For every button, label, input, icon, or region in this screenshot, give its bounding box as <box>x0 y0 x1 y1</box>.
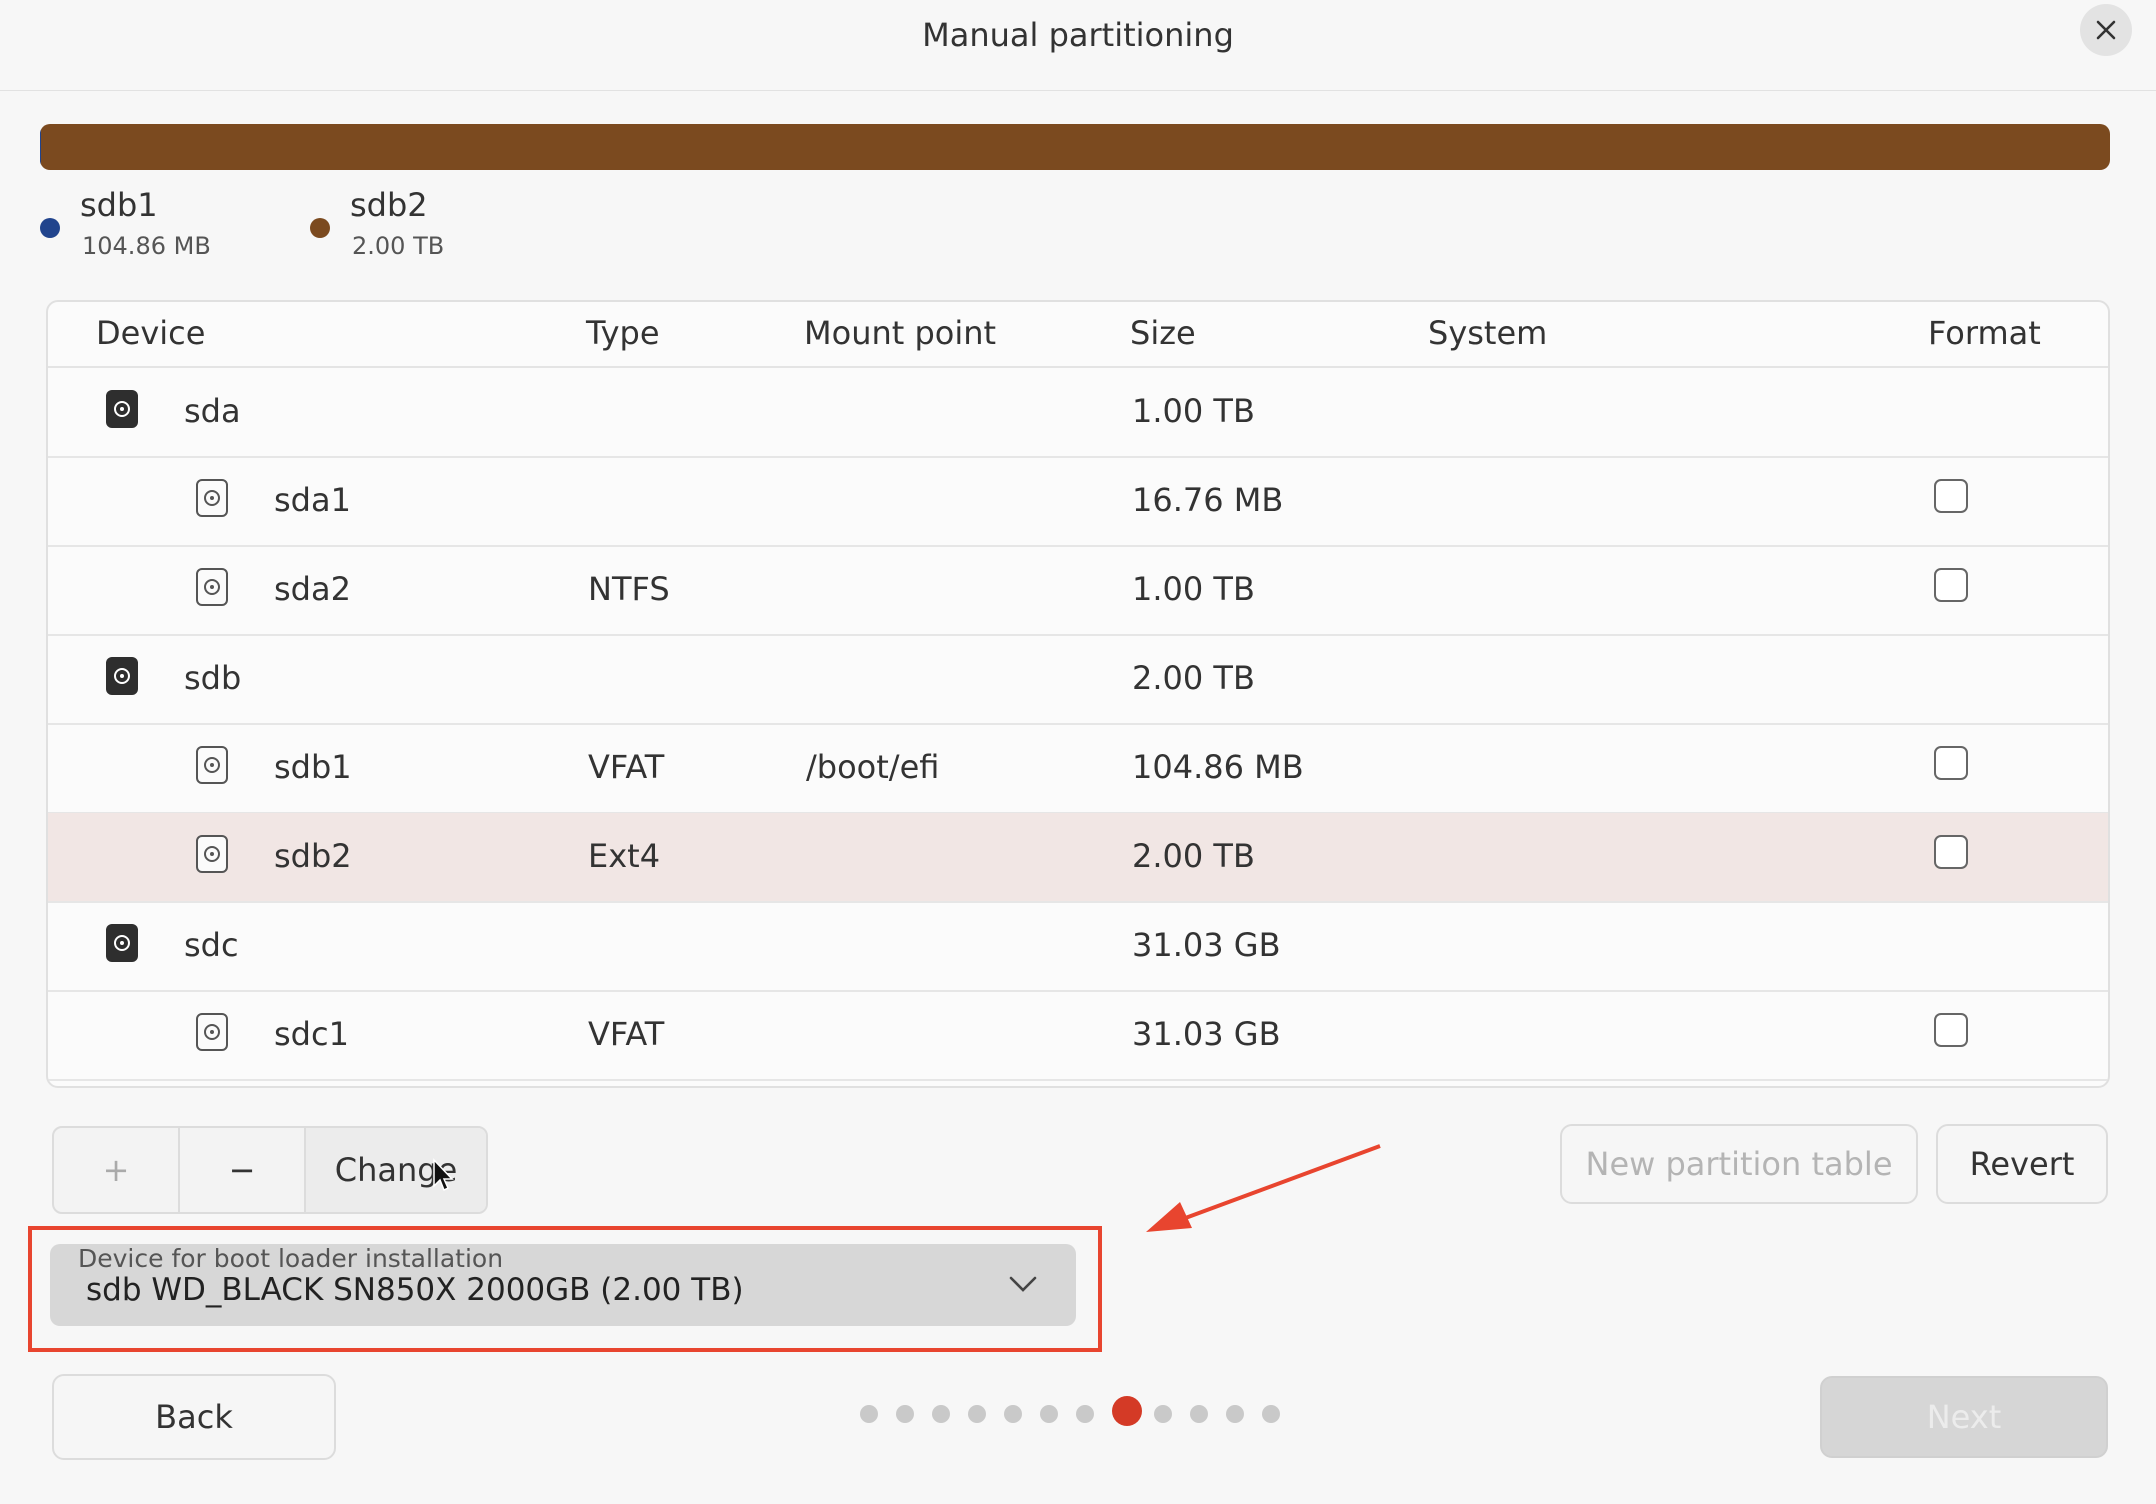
page-dot <box>1226 1405 1244 1423</box>
header-mount: Mount point <box>804 314 997 352</box>
remove-partition-button[interactable]: − <box>180 1128 306 1212</box>
title-bar: Manual partitioning <box>0 0 2156 91</box>
close-button[interactable] <box>2080 4 2132 56</box>
partition-row-sda1[interactable]: sda1 16.76 MB <box>48 457 2108 547</box>
mount-point: /boot/efi <box>806 748 940 786</box>
page-dot <box>1040 1405 1058 1423</box>
partition-row-sdb2[interactable]: sdb2 Ext4 2.00 TB <box>48 813 2108 903</box>
page-dot <box>968 1405 986 1423</box>
revert-button[interactable]: Revert <box>1936 1124 2108 1204</box>
partition-icon <box>196 1013 228 1051</box>
device-name: sdb <box>184 659 242 697</box>
format-checkbox[interactable] <box>1934 1013 1968 1047</box>
device-name: sdc <box>184 926 239 964</box>
partition-type: Ext4 <box>588 837 661 875</box>
device-name: sda2 <box>274 570 351 608</box>
back-button[interactable]: Back <box>52 1374 336 1460</box>
change-partition-button[interactable]: Change <box>306 1128 486 1212</box>
header-format: Format <box>1928 314 2041 352</box>
device-name: sdb1 <box>274 748 352 786</box>
header-type: Type <box>586 314 660 352</box>
legend-size: 2.00 TB <box>352 232 445 260</box>
usage-segment-sdb1 <box>40 124 42 170</box>
window-title: Manual partitioning <box>922 16 1234 54</box>
partition-table: Device Type Mount point Size System Form… <box>46 300 2110 1088</box>
partition-icon <box>196 835 228 873</box>
annotation-highlight-box <box>28 1226 1102 1352</box>
partition-icon <box>196 746 228 784</box>
page-dot <box>860 1405 878 1423</box>
partition-size: 31.03 GB <box>1132 1015 1281 1053</box>
page-dot <box>932 1405 950 1423</box>
partition-row-sda[interactable]: sda 1.00 TB <box>48 368 2108 458</box>
format-checkbox[interactable] <box>1934 568 1968 602</box>
add-partition-button[interactable]: + <box>54 1128 180 1212</box>
partition-type: VFAT <box>588 748 665 786</box>
page-dot <box>1076 1405 1094 1423</box>
page-dot <box>1190 1405 1208 1423</box>
partition-size: 31.03 GB <box>1132 926 1281 964</box>
page-dot <box>1154 1405 1172 1423</box>
partition-icon <box>196 568 228 606</box>
installer-window: Manual partitioning sdb1 104.86 MB sdb2 … <box>0 0 2156 1504</box>
header-system: System <box>1428 314 1548 352</box>
device-name: sdb2 <box>274 837 352 875</box>
device-name: sdc1 <box>274 1015 349 1053</box>
page-dot <box>1004 1405 1022 1423</box>
device-name: sda <box>184 392 241 430</box>
hard-drive-icon <box>106 390 138 428</box>
page-dot <box>1262 1405 1280 1423</box>
device-name: sda1 <box>274 481 351 519</box>
partition-size: 2.00 TB <box>1132 837 1255 875</box>
header-size: Size <box>1130 314 1196 352</box>
partition-row-sdb[interactable]: sdb 2.00 TB <box>48 635 2108 725</box>
partition-size: 1.00 TB <box>1132 570 1255 608</box>
page-dot-active <box>1112 1396 1142 1426</box>
partition-size: 16.76 MB <box>1132 481 1284 519</box>
partition-type: NTFS <box>588 570 670 608</box>
partition-row-sda2[interactable]: sda2 NTFS 1.00 TB <box>48 546 2108 636</box>
partition-type: VFAT <box>588 1015 665 1053</box>
annotation-arrow-icon <box>1146 1144 1381 1232</box>
partition-row-sdc1[interactable]: sdc1 VFAT 31.03 GB <box>48 991 2108 1081</box>
format-checkbox[interactable] <box>1934 479 1968 513</box>
partition-row-sdb1[interactable]: sdb1 VFAT/boot/efi 104.86 MB <box>48 724 2108 814</box>
partition-size: 2.00 TB <box>1132 659 1255 697</box>
hard-drive-icon <box>106 657 138 695</box>
partition-size: 1.00 TB <box>1132 392 1255 430</box>
hard-drive-icon <box>106 924 138 962</box>
legend-name: sdb1 <box>80 186 158 224</box>
partition-size: 104.86 MB <box>1132 748 1304 786</box>
legend-name: sdb2 <box>350 186 428 224</box>
mouse-cursor-icon <box>433 1158 454 1192</box>
page-dot <box>896 1405 914 1423</box>
legend-dot <box>310 218 330 238</box>
close-icon <box>2096 20 2116 40</box>
next-button[interactable]: Next <box>1820 1376 2108 1458</box>
new-partition-table-button[interactable]: New partition table <box>1560 1124 1918 1204</box>
header-device: Device <box>96 314 206 352</box>
table-header: Device Type Mount point Size System Form… <box>48 302 2108 368</box>
format-checkbox[interactable] <box>1934 835 1968 869</box>
disk-usage-bar <box>40 124 2110 170</box>
partition-row-sdc[interactable]: sdc 31.03 GB <box>48 902 2108 992</box>
format-checkbox[interactable] <box>1934 746 1968 780</box>
legend-size: 104.86 MB <box>82 232 211 260</box>
partition-icon <box>196 479 228 517</box>
legend-dot <box>40 218 60 238</box>
partition-actions: + − Change <box>52 1126 488 1214</box>
